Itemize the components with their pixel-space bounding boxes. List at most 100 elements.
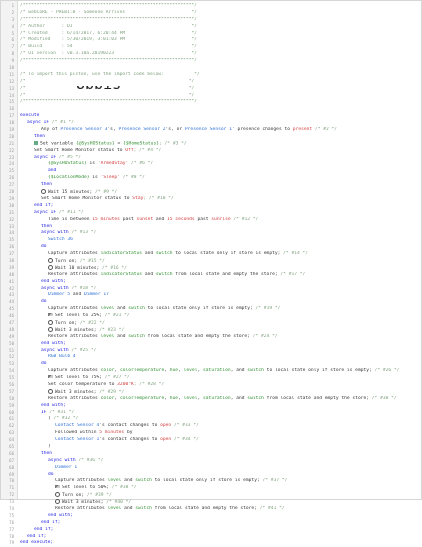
code-line[interactable]: 72 Turn on; /* #39 */: [1, 492, 421, 499]
code-text: /* Author : DJ */: [20, 24, 417, 31]
code-text: async with /* #36 */: [20, 458, 417, 465]
code-line[interactable]: 32 Time is between 15 minutes past sunset…: [1, 217, 421, 224]
code-line[interactable]: 33 then: [1, 224, 421, 231]
code-token: /* #36 */: [78, 457, 104, 463]
line-number: 22: [9, 147, 14, 153]
code-line[interactable]: 11 /* To import this piston, use the impo…: [1, 72, 421, 79]
code-token: to local state only if store is empty;: [172, 251, 281, 257]
code-token: /* #39 */: [84, 493, 112, 499]
code-token: {@SysHOStatus}: [75, 141, 115, 147]
code-line[interactable]: 71 Set level to 50%; /* #38 */: [1, 485, 421, 492]
code-line[interactable]: 16: [1, 106, 421, 113]
code-line[interactable]: 79 end execute;: [1, 540, 421, 547]
code-line[interactable]: 51 async with /* #25 */: [1, 348, 421, 355]
code-text: and: [20, 168, 417, 175]
code-line[interactable]: 76 end if;: [1, 520, 421, 527]
code-line[interactable]: 66 then: [1, 451, 421, 458]
code-line[interactable]: 8 /* UI version : v0.3.10a.20190223 */: [1, 51, 421, 58]
line-number: 14: [9, 92, 14, 98]
code-line[interactable]: 74 Restore attributes level and switch fr…: [1, 506, 421, 513]
code-line[interactable]: 63 Followed within 5 minutes by: [1, 430, 421, 437]
code-line[interactable]: 3 /**************************************…: [1, 17, 421, 24]
code-line[interactable]: 13 /* */8bbis: [1, 86, 421, 93]
code-line[interactable]: 69 do: [1, 472, 421, 479]
code-line[interactable]: 17 execute: [1, 113, 421, 120]
code-line[interactable]: 29 Set Smart Home Monitor status to Stay;…: [1, 196, 421, 203]
code-line[interactable]: 78 end if;: [1, 534, 421, 541]
code-token: ; /* #10 */: [143, 195, 174, 201]
code-line[interactable]: 62 Contact Sensor 4's contact changes to …: [1, 423, 421, 430]
code-line[interactable]: 20 then: [1, 134, 421, 141]
code-line[interactable]: 10: [1, 65, 421, 72]
code-line[interactable]: 50 end with;: [1, 341, 421, 348]
code-line[interactable]: 40 Restore attributes indicatorStatus and…: [1, 272, 421, 279]
code-line[interactable]: 57 Wait 3 minutes; /* #29 */: [1, 388, 421, 396]
code-line[interactable]: 75 end with;: [1, 513, 421, 520]
code-line[interactable]: 55 Set level to 75%; /* #27 */: [1, 375, 421, 382]
code-line[interactable]: 15 /*************************************…: [1, 99, 421, 106]
code-line[interactable]: 42 async with /* #18 */: [1, 286, 421, 293]
code-line[interactable]: 12 /* */: [1, 79, 421, 86]
code-line[interactable]: 49 Restore attributes level and switch fr…: [1, 334, 421, 341]
code-line[interactable]: 77 end if;: [1, 527, 421, 534]
code-line[interactable]: 5 /* Created : 6/14/2017, 6:20:44 PM */: [1, 31, 421, 38]
code-line[interactable]: 68 Dimmer 1: [1, 465, 421, 472]
code-line[interactable]: 39 Wait 10 minutes; /* #16 */: [1, 264, 421, 272]
code-line[interactable]: 22 Set Smart Home Monitor status to Off; …: [1, 148, 421, 155]
code-line[interactable]: 26 {$LocationMode} is 'Sleep' /* #8 */: [1, 175, 421, 182]
code-line[interactable]: 7 /* Build : 54 */: [1, 44, 421, 51]
code-line[interactable]: 70 Capture attributes level and switch to…: [1, 478, 421, 485]
code-text: Set level to 25%; /* #21 */: [20, 313, 417, 320]
code-line[interactable]: 27 then: [1, 182, 421, 189]
code-line[interactable]: 52 RGB Bulb 4: [1, 354, 421, 361]
code-line[interactable]: 31 async IF /* #11 */: [1, 210, 421, 217]
code-line[interactable]: 35 Switch 36: [1, 237, 421, 244]
code-line[interactable]: 24 {@SysHOStatus} is 'ArmedStay' /* #6 */: [1, 161, 421, 168]
code-token: /* Created : 6/14/2017, 6:20:44 PM */: [20, 30, 198, 36]
code-token: open: [160, 423, 172, 429]
code-line[interactable]: 6 /* Modified : 5/30/2019, 3:01:03 PM */: [1, 37, 421, 44]
code-line[interactable]: 37 Capture attributes indicatorStatus and…: [1, 251, 421, 258]
code-line[interactable]: 48 Wait 3 minutes; /* #23 */: [1, 326, 421, 334]
code-line[interactable]: 21 Set variable {@SysHOStatus} = {$HomeSt…: [1, 140, 421, 148]
code-line[interactable]: 38 Turn on; /* #15 */: [1, 257, 421, 265]
code-line[interactable]: 9 /**************************************…: [1, 58, 421, 65]
code-line[interactable]: 14 /* */: [1, 93, 421, 100]
code-line[interactable]: 65): [1, 444, 421, 451]
code-line[interactable]: 34 async with /* #13 */: [1, 230, 421, 237]
code-line[interactable]: 1 /**************************************…: [1, 3, 421, 10]
code-line[interactable]: 25 and: [1, 168, 421, 175]
code-line[interactable]: 61 ( /* #32 */: [1, 416, 421, 423]
code-token: async with: [41, 285, 72, 291]
code-line[interactable]: 67 async with /* #36 */: [1, 458, 421, 465]
code-text: do: [20, 244, 417, 251]
code-token: Restore attributes: [48, 333, 101, 339]
code-line[interactable]: 2 /* webCoRE - PREBI:8 - Someone Arrives …: [1, 10, 421, 17]
code-line[interactable]: 59 end with;: [1, 403, 421, 410]
code-line[interactable]: 47 Turn on; /* #22 */: [1, 319, 421, 327]
code-line[interactable]: 4 /* Author : DJ */: [1, 24, 421, 31]
code-line[interactable]: 28 Wait 15 minutes; /* #9 */: [1, 189, 421, 196]
code-line[interactable]: 45 Capture attributes level and switch to…: [1, 306, 421, 313]
code-line[interactable]: 54 Capture attributes color, colorTempera…: [1, 368, 421, 375]
code-line[interactable]: 18 async IF /* #1 */: [1, 120, 421, 127]
code-line[interactable]: 56 Set color temperature to 3200°K; /* #2…: [1, 382, 421, 389]
code-token: Turn on;: [62, 493, 85, 499]
line-number: 23: [9, 154, 14, 160]
code-line[interactable]: 19 Any of Presence Sensor 3's, Presence S…: [1, 127, 421, 134]
code-line[interactable]: 43 Dimmer 5 and Dimmer 17: [1, 292, 421, 299]
code-line[interactable]: 23 async IF /* #5 */: [1, 155, 421, 162]
code-line[interactable]: 41 end with;: [1, 279, 421, 286]
code-line[interactable]: 64 Contact Sensor 1's contact changes to …: [1, 437, 421, 444]
code-line[interactable]: 60 IF /* #31 */: [1, 410, 421, 417]
code-line[interactable]: 36 do: [1, 244, 421, 251]
line-number: 75: [9, 512, 14, 518]
code-line[interactable]: 53 do: [1, 361, 421, 368]
code-line[interactable]: 46 Set level to 25%; /* #21 */: [1, 313, 421, 320]
code-line[interactable]: 73 Wait 3 minutes; /* #40 */: [1, 499, 421, 506]
code-token: switch: [155, 271, 173, 277]
code-token: Restore attributes: [48, 395, 101, 401]
code-line[interactable]: 30 end if;: [1, 203, 421, 210]
code-line[interactable]: 44 do: [1, 299, 421, 306]
code-line[interactable]: 58 Restore attributes color, colorTempera…: [1, 396, 421, 403]
